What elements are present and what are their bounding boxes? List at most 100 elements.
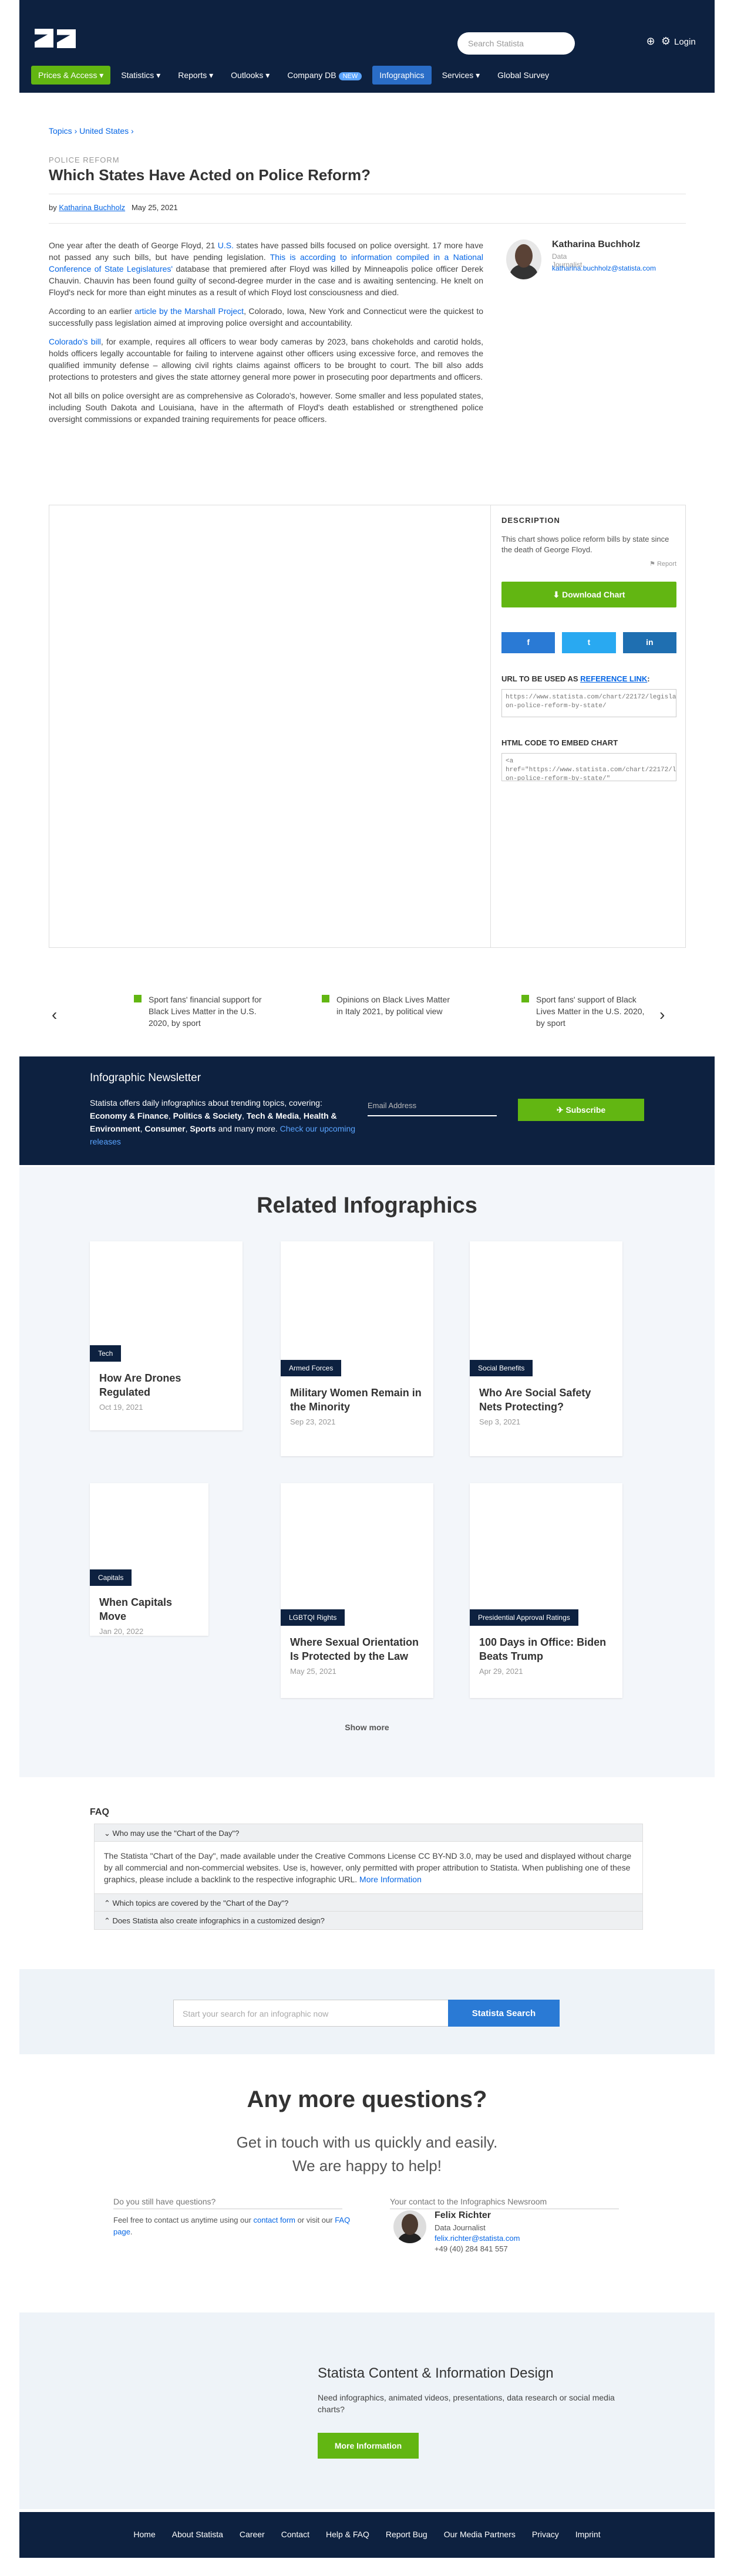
- more-information-link[interactable]: More Information: [359, 1875, 422, 1884]
- facebook-share-button[interactable]: f: [501, 632, 555, 653]
- site-header: Statista Search Statista ⊕ ⚙ Login Price…: [19, 0, 715, 93]
- reference-link[interactable]: REFERENCE LINK: [580, 674, 647, 683]
- footer-link[interactable]: Help & FAQ: [326, 2530, 369, 2558]
- footer-link[interactable]: Home: [133, 2530, 155, 2558]
- report-link[interactable]: ⚑ Report: [501, 560, 676, 568]
- card-tag: Tech: [90, 1345, 122, 1362]
- card-tag: Capitals: [90, 1569, 132, 1586]
- faq-accordion: ⌄ Who may use the "Chart of the Day"? Th…: [94, 1824, 643, 1930]
- twitter-share-button[interactable]: t: [562, 632, 616, 653]
- contact-form-link[interactable]: contact form: [253, 2216, 295, 2224]
- marshall-link[interactable]: article by the Marshall Project: [134, 306, 244, 316]
- related-card[interactable]: Capitals When Capitals Move Jan 20, 2022: [90, 1483, 208, 1636]
- card-image: Capitals: [90, 1483, 208, 1586]
- infographic-search-section: Start your search for an infographic now…: [19, 1969, 715, 2054]
- byline: by Katharina Buchholz May 25, 2021: [49, 203, 178, 212]
- related-card[interactable]: Social Benefits Who Are Social Safety Net…: [470, 1241, 622, 1456]
- infographic-search-input[interactable]: Start your search for an infographic now: [173, 2000, 449, 2027]
- page-title: Which States Have Acted on Police Reform…: [49, 166, 371, 184]
- slider-next-icon[interactable]: ›: [659, 1005, 665, 1024]
- embed-code-field[interactable]: <a href="https://www.statista.com/chart/…: [501, 753, 676, 781]
- faq-question[interactable]: ⌃ Does Statista also create infographics…: [95, 1912, 642, 1929]
- slider-item[interactable]: Opinions on Black Lives Matter in Italy …: [322, 994, 454, 1017]
- footer-link[interactable]: Imprint: [575, 2530, 601, 2558]
- slider-prev-icon[interactable]: ‹: [52, 1005, 57, 1024]
- card-title: Who Are Social Safety Nets Protecting?: [479, 1387, 591, 1413]
- chart-container: DESCRIPTION This chart shows police refo…: [49, 505, 686, 948]
- nav-prices-access[interactable]: Prices & Access ▾: [31, 66, 111, 85]
- author-link[interactable]: Katharina Buchholz: [59, 203, 125, 212]
- us-link[interactable]: U.S.: [218, 241, 234, 250]
- nav-statistics[interactable]: Statistics ▾: [114, 66, 167, 85]
- statista-logo[interactable]: Statista: [31, 26, 76, 52]
- nav-infographics[interactable]: Infographics: [372, 66, 432, 85]
- questions-text: Feel free to contact us anytime using ou…: [113, 2216, 351, 2236]
- account-icon[interactable]: ⊕: [643, 35, 658, 50]
- contact-heading: Any more questions?: [247, 2087, 487, 2112]
- linkedin-share-button[interactable]: in: [622, 632, 676, 653]
- search-input[interactable]: Search Statista: [457, 32, 575, 55]
- card-tag: LGBTQI Rights: [281, 1609, 345, 1626]
- contact-name: Felix Richter: [435, 2210, 491, 2220]
- site-footer: Home About Statista Career Contact Help …: [19, 2512, 715, 2558]
- card-image: LGBTQI Rights: [281, 1483, 433, 1626]
- card-tag: Armed Forces: [281, 1360, 342, 1376]
- colorado-bill-link[interactable]: Colorado's bill: [49, 337, 101, 346]
- footer-link[interactable]: Report Bug: [386, 2530, 427, 2558]
- footer-link[interactable]: Our Media Partners: [444, 2530, 516, 2558]
- description-heading: DESCRIPTION: [501, 516, 560, 525]
- slider-item[interactable]: Sport fans' financial support for Black …: [134, 994, 266, 1029]
- design-promo: Statista Content & Information Design Ne…: [19, 2312, 715, 2509]
- footer-link[interactable]: Contact: [281, 2530, 309, 2558]
- download-chart-button[interactable]: ⬇ Download Chart: [501, 582, 676, 607]
- breadcrumb[interactable]: Topics › United States ›: [49, 126, 134, 136]
- nav-company-db[interactable]: Company DB NEW: [280, 66, 369, 85]
- contact-avatar: [393, 2210, 426, 2243]
- show-more-button[interactable]: Show more: [19, 1723, 715, 1732]
- statista-search-button[interactable]: Statista Search: [448, 2000, 560, 2027]
- related-card[interactable]: LGBTQI Rights Where Sexual Orientation Is…: [281, 1483, 433, 1698]
- nav-global-survey[interactable]: Global Survey: [490, 66, 556, 85]
- card-date: Sep 23, 2021: [290, 1417, 336, 1426]
- related-card[interactable]: Presidential Approval Ratings 100 Days in…: [470, 1483, 622, 1698]
- url-heading: URL TO BE USED AS REFERENCE LINK:: [501, 674, 650, 683]
- footer-link[interactable]: Career: [240, 2530, 265, 2558]
- faq-question[interactable]: ⌃ Which topics are covered by the "Chart…: [95, 1894, 642, 1912]
- related-card[interactable]: Tech How Are Drones Regulated Oct 19, 2021: [90, 1241, 243, 1430]
- main-nav: Prices & Access ▾ Statistics ▾ Reports ▾…: [31, 66, 556, 85]
- footer-link[interactable]: Privacy: [532, 2530, 559, 2558]
- card-date: Jan 20, 2022: [99, 1627, 144, 1636]
- card-date: Oct 19, 2021: [99, 1403, 143, 1412]
- contact-email[interactable]: felix.richter@statista.com: [435, 2234, 520, 2243]
- nav-reports[interactable]: Reports ▾: [171, 66, 220, 85]
- newsroom-contact-heading: Your contact to the Infographics Newsroo…: [390, 2197, 619, 2209]
- settings-icon[interactable]: ⚙: [658, 35, 674, 50]
- card-tag: Social Benefits: [470, 1360, 533, 1376]
- logo-mark-icon: [57, 29, 76, 48]
- slider-item[interactable]: Sport fans' support of Black Lives Matte…: [521, 994, 654, 1029]
- contact-role: Data Journalist: [435, 2223, 486, 2232]
- faq-question[interactable]: ⌄ Who may use the "Chart of the Day"?: [95, 1824, 642, 1842]
- newsletter-title: Infographic Newsletter: [90, 1072, 201, 1084]
- nav-services[interactable]: Services ▾: [435, 66, 487, 85]
- card-title: Where Sexual Orientation Is Protected by…: [290, 1636, 419, 1662]
- newsletter-banner: Infographic Newsletter Statista offers d…: [19, 1056, 715, 1165]
- url-field[interactable]: https://www.statista.com/chart/22172/leg…: [501, 689, 676, 717]
- footer-link[interactable]: About Statista: [172, 2530, 223, 2558]
- more-information-button[interactable]: More Information: [318, 2433, 419, 2459]
- login-link[interactable]: Login: [674, 37, 696, 47]
- card-date: Apr 29, 2021: [479, 1667, 523, 1676]
- nav-outlooks[interactable]: Outlooks ▾: [224, 66, 277, 85]
- author-email[interactable]: katharina.buchholz@statista.com: [552, 264, 656, 272]
- card-date: May 25, 2021: [290, 1667, 336, 1676]
- related-card[interactable]: Armed Forces Military Women Remain in the…: [281, 1241, 433, 1456]
- subscribe-button[interactable]: ✈ Subscribe: [518, 1099, 644, 1121]
- share-buttons: f t in: [501, 632, 676, 653]
- contact-subheading: Get in touch with us quickly and easily.…: [236, 2133, 498, 2175]
- author-avatar: [506, 239, 541, 279]
- email-input[interactable]: Email Address: [368, 1098, 497, 1116]
- card-title: Military Women Remain in the Minority: [290, 1387, 422, 1413]
- chart-sidebar: DESCRIPTION This chart shows police refo…: [501, 516, 676, 781]
- faq-answer: The Statista "Chart of the Day", made av…: [95, 1842, 642, 1894]
- card-image: Presidential Approval Ratings: [470, 1483, 622, 1626]
